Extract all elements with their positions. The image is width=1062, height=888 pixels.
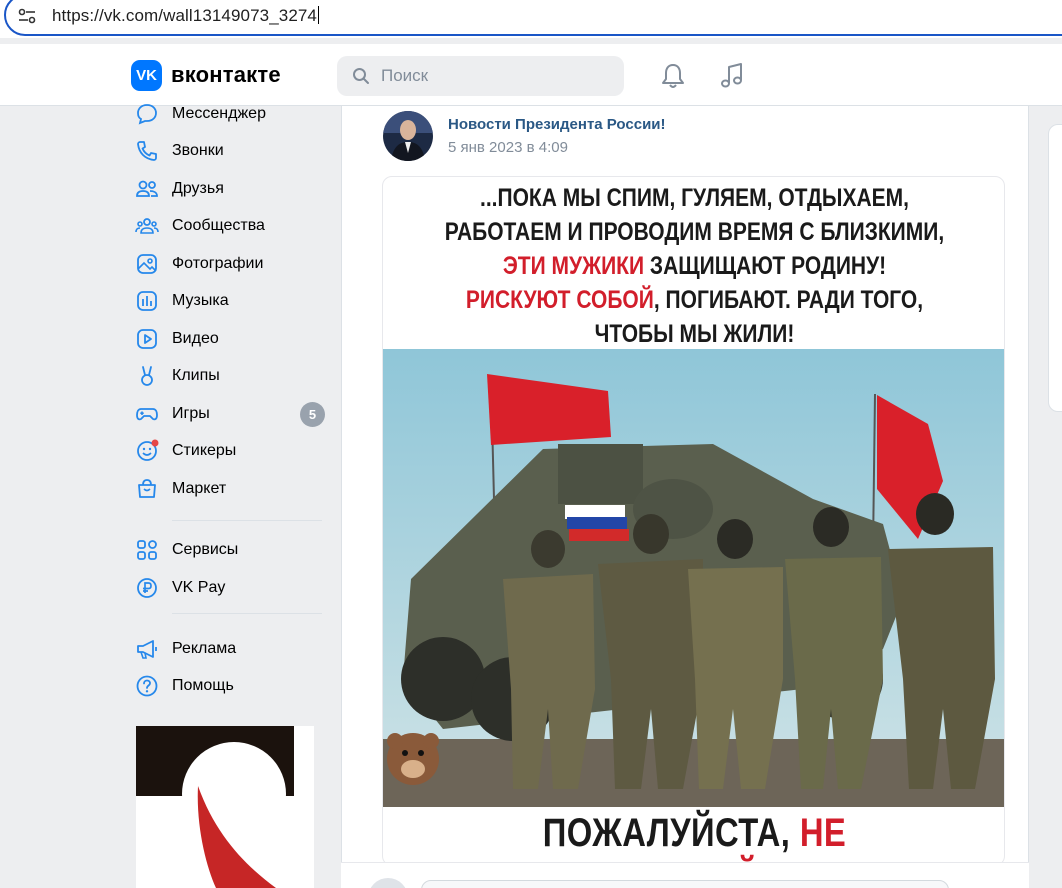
ad-logo-image [136,726,314,888]
comment-input[interactable] [421,880,949,888]
post-image[interactable]: ...ПОКА МЫ СПИМ, ГУЛЯЕМ, ОТДЫХАЕМ, РАБОТ… [382,176,1005,866]
search-icon [353,68,369,84]
sidebar-item-label: Клипы [172,367,220,384]
sidebar-item-label: Мессенджер [172,105,266,122]
poster-text: ЗАЩИЩАЮТ РОДИНУ! [644,252,887,280]
sidebar-item-clips[interactable]: Клипы [134,359,330,393]
sidebar-item-label: Фотографии [172,255,264,272]
right-side-panel [1048,124,1062,412]
post-author-link[interactable]: Новости Президента России! [448,116,666,133]
poster-line: ЭТИ МУЖИКИ ЗАЩИЩАЮТ РОДИНУ! [433,249,956,283]
poster-line: ...ПОКА МЫ СПИМ, ГУЛЯЕМ, ОТДЫХАЕМ, [479,184,909,212]
music-icon [134,288,160,314]
sidebar-item-vkpay[interactable]: VK Pay [134,571,330,605]
music-icon[interactable] [719,62,745,90]
phone-icon [134,138,160,164]
sidebar-item-label: Видео [172,330,219,347]
sidebar-item-games[interactable]: Игры 5 [134,397,330,431]
search-box[interactable] [337,56,624,96]
sidebar-item-label: Сервисы [172,541,239,558]
communities-icon [134,213,160,239]
messenger-icon [134,101,160,127]
poster-red-text: РИСКУЮТ СОБОЙ [465,286,654,314]
poster-line: РИСКУЮТ СОБОЙ, ПОГИБАЮТ. РАДИ ТОГО, [433,283,956,317]
poster-line: ЧТОБЫ МЫ ЖИЛИ! [594,320,795,348]
author-avatar[interactable] [383,111,433,161]
sidebar-item-label: Друзья [172,180,224,197]
video-icon [134,326,160,352]
sidebar-divider [172,613,322,614]
vk-logo-text[interactable]: вконтакте [171,62,281,88]
sidebar-item-market[interactable]: Маркет [134,472,330,506]
sidebar-item-friends[interactable]: Друзья [134,172,330,206]
vkpay-icon [134,575,160,601]
poster-red-text: ЭТИ МУЖИКИ [502,252,645,280]
photos-icon [134,251,160,277]
poster-text: ПОЖАЛУЙСТА, [542,811,800,855]
poster-footer: ПОЖАЛУЙСТА, НЕ ЗАБЫВАЙТЕ [439,811,950,865]
sidebar-divider [172,520,322,521]
games-icon [134,401,160,427]
friends-icon [134,176,160,202]
sidebar-item-label: Реклама [172,640,237,657]
sidebar-ad-banner[interactable] [136,726,314,888]
market-icon [134,476,160,502]
sidebar-item-video[interactable]: Видео [134,322,330,356]
poster-headline: ...ПОКА МЫ СПИМ, ГУЛЯЕМ, ОТДЫХАЕМ, РАБОТ… [433,181,956,351]
site-settings-icon[interactable] [18,8,36,24]
poster-text: , ПОГИБАЮТ. РАДИ ТОГО, [653,286,924,314]
services-icon [134,537,160,563]
sidebar-item-label: Маркет [172,480,227,497]
sidebar-item-ads[interactable]: Реклама [134,632,330,666]
games-count-badge: 5 [300,402,325,427]
sidebar-item-music[interactable]: Музыка [134,284,330,318]
help-icon [134,673,160,699]
sidebar-item-calls[interactable]: Звонки [134,134,330,168]
sidebar-item-label: Музыка [172,292,229,309]
vk-logo-icon[interactable]: VK [131,60,162,91]
sidebar-item-services[interactable]: Сервисы [134,533,330,567]
url-text[interactable]: https://vk.com/wall13149073_3274 [52,6,319,26]
sidebar-item-label: Помощь [172,677,234,694]
poster-line: РАБОТАЕМ И ПРОВОДИМ ВРЕМЯ С БЛИЗКИМИ, [444,218,945,246]
sidebar-item-label: Стикеры [172,442,237,459]
sidebar-item-messenger[interactable]: Мессенджер [134,97,330,131]
search-input[interactable] [381,65,611,87]
sidebar-item-communities[interactable]: Сообщества [134,209,330,243]
sidebar-item-help[interactable]: Помощь [134,669,330,703]
bell-icon[interactable] [660,62,686,90]
sidebar-item-stickers[interactable]: Стикеры [134,434,330,468]
clips-icon [134,363,160,389]
sidebar-item-label: Сообщества [172,217,265,234]
sidebar-item-label: VK Pay [172,579,226,596]
sidebar-item-photos[interactable]: Фотографии [134,247,330,281]
megaphone-icon [134,636,160,662]
post-date[interactable]: 5 янв 2023 в 4:09 [448,139,568,156]
soldiers-photo [383,349,1004,807]
stickers-icon [134,438,160,464]
sidebar-item-label: Игры [172,405,210,422]
sidebar-item-label: Звонки [172,142,224,159]
browser-address-bar: https://vk.com/wall13149073_3274 [0,0,1062,38]
